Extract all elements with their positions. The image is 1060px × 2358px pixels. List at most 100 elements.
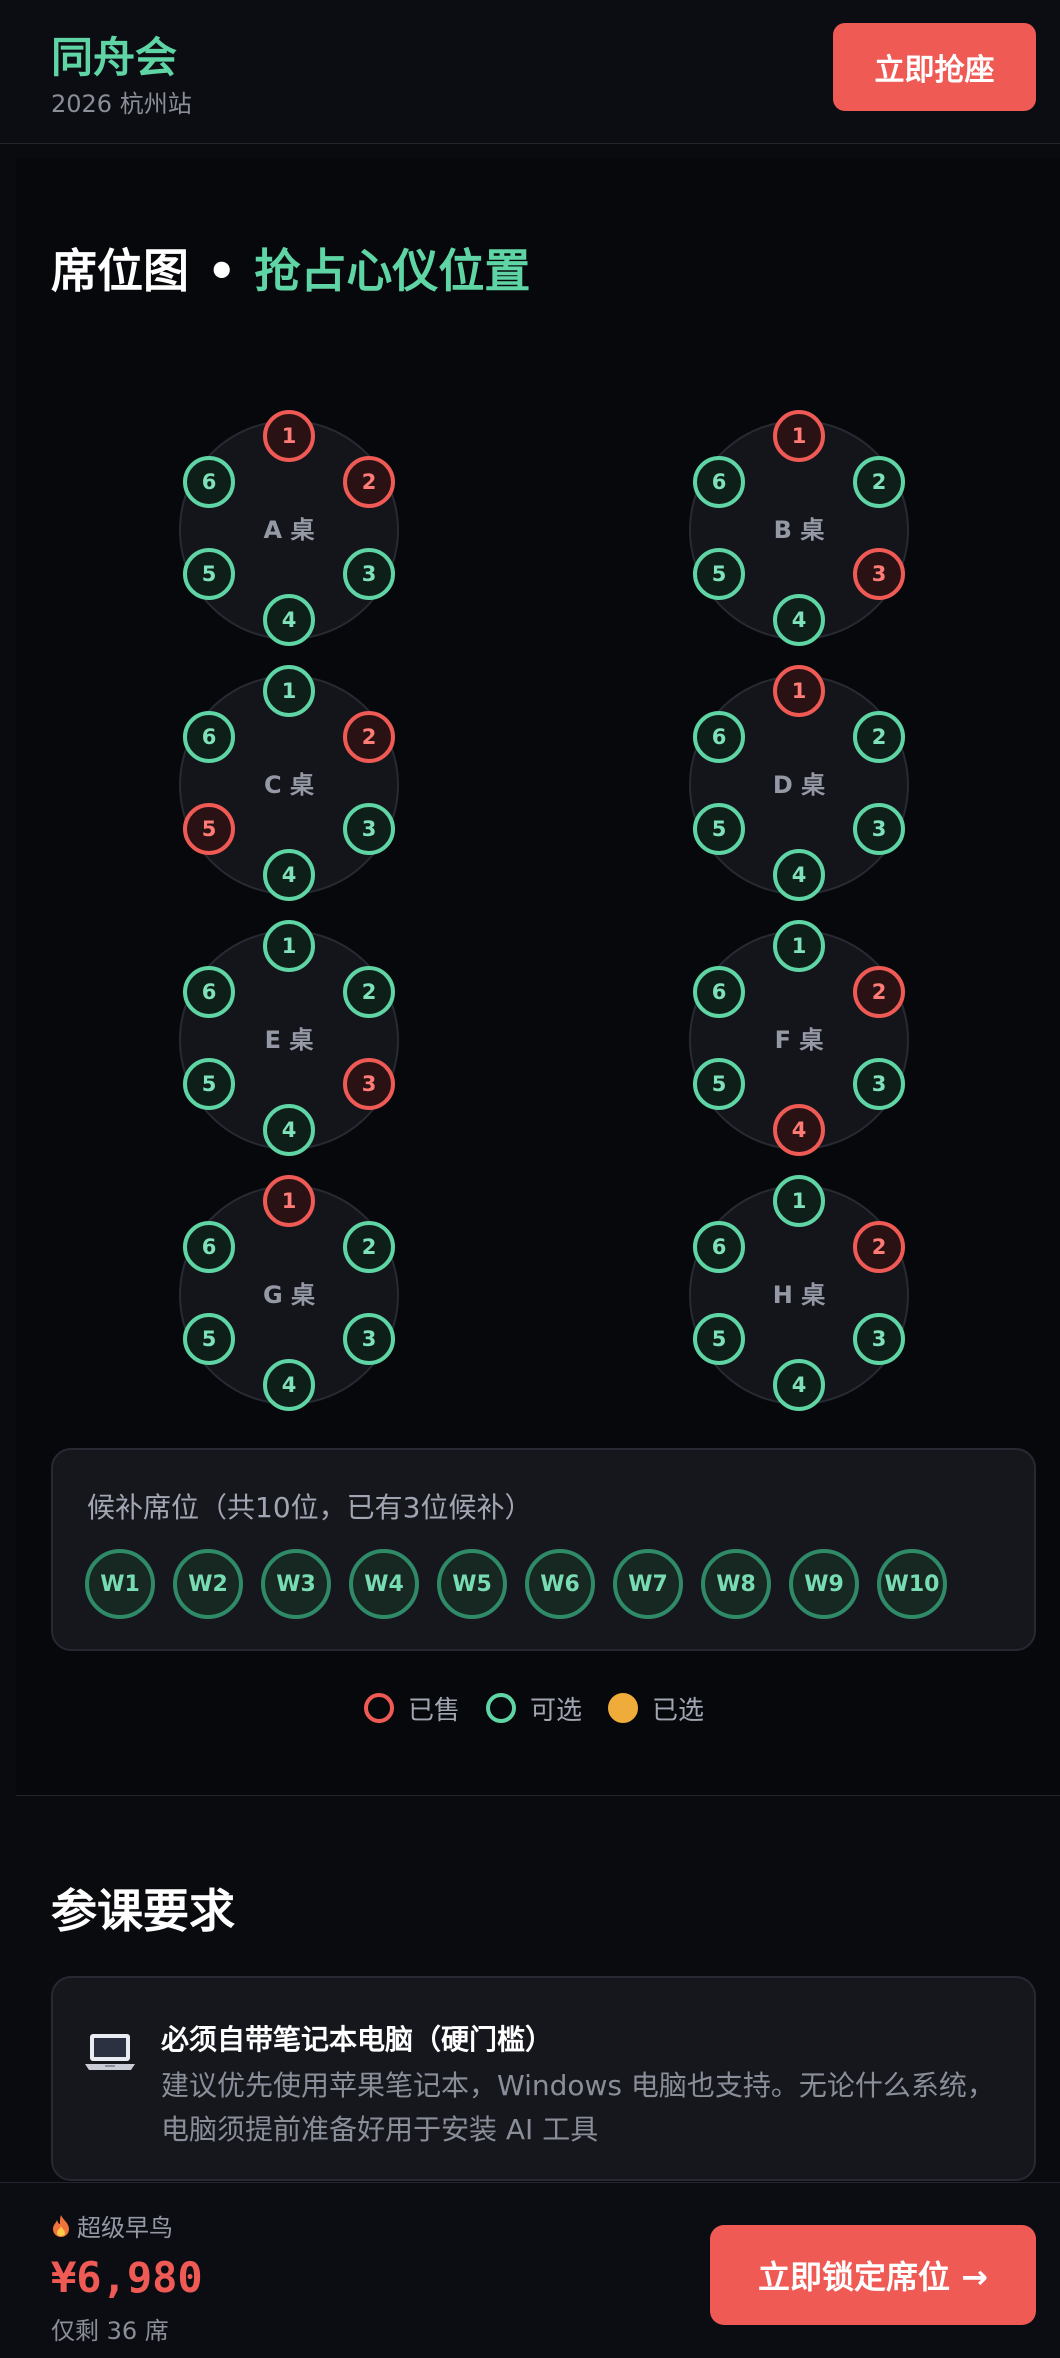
seat-button[interactable]: 5	[183, 1313, 235, 1365]
seat-button[interactable]: 1	[773, 1175, 825, 1227]
lock-seat-button[interactable]: 立即锁定席位 →	[710, 2225, 1036, 2325]
seat-button[interactable]: 5	[693, 1058, 745, 1110]
seat-legend: 已售 可选 已选	[364, 1688, 704, 1728]
seat-button[interactable]: 2	[343, 456, 395, 508]
table-group: C 桌 12 345 6	[179, 665, 399, 901]
waitlist-seat[interactable]: W2	[173, 1549, 243, 1619]
waitlist-seat[interactable]: W5	[437, 1549, 507, 1619]
legend-available: 可选	[486, 1690, 582, 1727]
bottom-bar: 超级早鸟 ¥6,980 仅剩 36 席 立即锁定席位 →	[0, 2182, 1060, 2358]
table-label: G 桌	[262, 1281, 316, 1309]
event-subtitle: 2026 杭州站	[51, 90, 192, 118]
seat-button[interactable]: 1	[773, 410, 825, 462]
seat-button[interactable]: 1	[263, 410, 315, 462]
requirement-card-text: 建议优先使用苹果笔记本，Windows 电脑也支持。无论什么系统，电脑须提前准备…	[161, 2069, 995, 2146]
seat-button[interactable]: 4	[773, 849, 825, 901]
seat-button[interactable]: 1	[773, 920, 825, 972]
legend-available-label: 可选	[530, 1695, 583, 1726]
seat-button[interactable]: 6	[693, 711, 745, 763]
early-bird-tag: 超级早鸟	[51, 2208, 173, 2243]
available-dot-icon	[486, 1693, 517, 1723]
seat-button[interactable]: 3	[853, 548, 905, 600]
seat-button[interactable]: 5	[693, 548, 745, 600]
seat-map-title-main: 席位图	[51, 244, 189, 298]
legend-sold: 已售	[364, 1690, 460, 1727]
seat-button[interactable]: 6	[183, 456, 235, 508]
remaining-seats: 仅剩 36 席	[51, 2317, 169, 2345]
waitlist-seat[interactable]: W8	[701, 1549, 771, 1619]
legend-sold-label: 已售	[408, 1695, 461, 1726]
table-group: A 桌 12 345 6	[179, 410, 399, 646]
seat-button[interactable]: 4	[773, 1104, 825, 1156]
seat-map-title: 席位图 • 抢占心仪位置	[51, 235, 530, 301]
seat-button[interactable]: 5	[693, 1313, 745, 1365]
seat-button[interactable]: 4	[263, 1104, 315, 1156]
waitlist-seat[interactable]: W3	[261, 1549, 331, 1619]
price-value: ¥6,980	[51, 2253, 203, 2302]
waitlist-seat[interactable]: W1	[85, 1549, 155, 1619]
seat-map-title-accent: 抢占心仪位置	[254, 244, 531, 298]
seat-button[interactable]: 4	[263, 1359, 315, 1411]
table-group: B 桌 12 345 6	[689, 410, 909, 646]
seat-button[interactable]: 5	[693, 803, 745, 855]
seat-button[interactable]: 1	[263, 665, 315, 717]
title-separator: •	[207, 244, 237, 298]
table-label: B 桌	[773, 516, 825, 544]
seat-button[interactable]: 5	[183, 1058, 235, 1110]
seat-button[interactable]: 4	[263, 849, 315, 901]
seat-button[interactable]: 2	[853, 1221, 905, 1273]
table-label: H 桌	[772, 1281, 826, 1309]
seat-button[interactable]: 3	[343, 803, 395, 855]
waitlist-title: 候补席位（共10位，已有3位候补）	[87, 1491, 533, 1524]
seat-button[interactable]: 2	[853, 456, 905, 508]
table-label: E 桌	[264, 1026, 314, 1054]
seat-button[interactable]: 4	[773, 1359, 825, 1411]
seat-button[interactable]: 2	[853, 711, 905, 763]
seat-button[interactable]: 5	[183, 548, 235, 600]
seat-button[interactable]: 5	[183, 803, 235, 855]
seat-button[interactable]: 3	[343, 1058, 395, 1110]
seat-button[interactable]: 1	[263, 1175, 315, 1227]
waitlist-seat[interactable]: W7	[613, 1549, 683, 1619]
seat-button[interactable]: 6	[183, 966, 235, 1018]
table-group: F 桌 12 345 6	[689, 920, 909, 1156]
seat-button[interactable]: 1	[263, 920, 315, 972]
seat-button[interactable]: 2	[343, 966, 395, 1018]
table-label: D 桌	[772, 771, 826, 799]
table-group: G 桌 12 345 6	[179, 1175, 399, 1411]
table-group: D 桌 12 345 6	[689, 665, 909, 901]
brand-title: 同舟会	[51, 33, 178, 82]
waitlist-seat[interactable]: W10	[877, 1549, 947, 1619]
seat-button[interactable]: 2	[343, 711, 395, 763]
seat-button[interactable]: 3	[853, 1058, 905, 1110]
seat-button[interactable]: 3	[343, 548, 395, 600]
fire-icon	[53, 2214, 69, 2237]
waitlist-box: 候补席位（共10位，已有3位候补） W1 W2 W3 W4 W5 W6 W7 W8 W9 W10	[51, 1448, 1036, 1651]
seat-button[interactable]: 3	[343, 1313, 395, 1365]
laptop-icon	[85, 2034, 135, 2070]
seat-button[interactable]: 1	[773, 665, 825, 717]
seat-button[interactable]: 4	[773, 594, 825, 646]
selected-dot-icon	[608, 1693, 639, 1723]
seat-button[interactable]: 6	[693, 456, 745, 508]
seat-button[interactable]: 2	[343, 1221, 395, 1273]
seat-button[interactable]: 3	[853, 803, 905, 855]
seat-button[interactable]: 6	[693, 1221, 745, 1273]
seat-button[interactable]: 3	[853, 1313, 905, 1365]
seat-button[interactable]: 6	[183, 1221, 235, 1273]
legend-selected-label: 已选	[652, 1695, 705, 1726]
waitlist-seat[interactable]: W6	[525, 1549, 595, 1619]
waitlist-seat[interactable]: W9	[789, 1549, 859, 1619]
grab-seat-button[interactable]: 立即抢座	[833, 23, 1036, 111]
seat-button[interactable]: 2	[853, 966, 905, 1018]
waitlist-seat[interactable]: W4	[349, 1549, 419, 1619]
table-group: H 桌 12 345 6	[689, 1175, 909, 1411]
seat-button[interactable]: 4	[263, 594, 315, 646]
requirement-card-laptop: 必须自带笔记本电脑（硬门槛） 建议优先使用苹果笔记本，Windows 电脑也支持…	[51, 1976, 1036, 2181]
table-group: E 桌 12 345 6	[179, 920, 399, 1156]
top-header: 同舟会 2026 杭州站 立即抢座	[0, 0, 1060, 144]
seat-button[interactable]: 6	[183, 711, 235, 763]
seat-button[interactable]: 6	[693, 966, 745, 1018]
table-label: A 桌	[263, 516, 315, 544]
table-label: C 桌	[264, 771, 314, 799]
